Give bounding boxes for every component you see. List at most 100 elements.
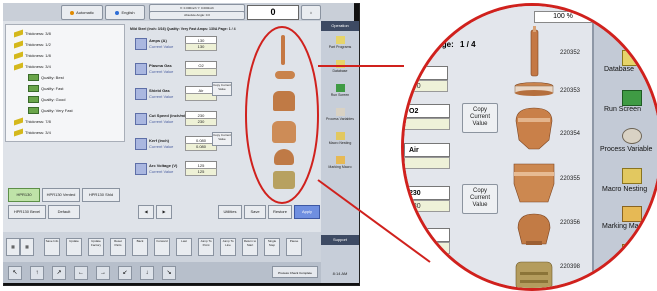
current-value-label: Current Value xyxy=(149,94,174,99)
softkey-button[interactable]: Last xyxy=(176,238,192,256)
operation-item[interactable]: Process Variables xyxy=(323,107,357,127)
thickness-icon xyxy=(14,117,23,126)
process-variables-icon[interactable] xyxy=(622,128,642,144)
softkey-button[interactable]: Reset Parts xyxy=(110,238,126,256)
home-icon[interactable]: ⌂ xyxy=(301,5,321,20)
tree-item[interactable]: Quality: Very Fast xyxy=(28,106,73,116)
flag-icon xyxy=(115,10,120,15)
apply-button[interactable]: Apply xyxy=(294,205,320,219)
part-number: 220398 xyxy=(560,264,581,270)
arrow-left-icon[interactable]: ← xyxy=(74,266,88,280)
macro-nesting-item[interactable]: Macro Nesting xyxy=(602,186,647,193)
operation-header: Operation xyxy=(321,21,359,31)
operation-item-label: Process Variables xyxy=(326,117,354,121)
process-button-hpr130-vented[interactable]: HPR130 Vented xyxy=(42,188,80,202)
support-header: Support xyxy=(321,235,359,245)
database-icon[interactable] xyxy=(622,50,642,66)
operation-item-label: Part Programs xyxy=(328,45,352,49)
parameter-icon xyxy=(135,38,147,50)
arrow-up-left-icon[interactable]: ↖ xyxy=(8,266,22,280)
softkey-button[interactable]: Jump To Point xyxy=(198,238,214,256)
restore-button[interactable]: Restore xyxy=(268,205,292,219)
tree-item-label: Thickness: 1/2 xyxy=(25,42,51,47)
arrow-up-icon[interactable]: ↑ xyxy=(30,266,44,280)
programs-item[interactable]: Pro xyxy=(614,262,625,269)
arrow-up-right-icon[interactable]: ↗ xyxy=(52,266,66,280)
tree-item-label: Thickness: 7/8 xyxy=(25,119,51,124)
operation-item[interactable]: Marking Macro xyxy=(323,155,357,175)
softkey-button[interactable]: Forward xyxy=(154,238,170,256)
macro-nesting-icon[interactable] xyxy=(622,168,642,184)
utilities-button[interactable]: Utilities xyxy=(218,205,242,219)
save-button[interactable]: Save xyxy=(244,205,266,219)
run-screen-icon[interactable] xyxy=(622,90,642,106)
shield-gas-field[interactable]: Air xyxy=(404,143,450,157)
process-button-hpr130-bevel[interactable]: HPR130 Bevel xyxy=(8,205,46,219)
softkey-button[interactable]: Pause xyxy=(286,238,302,256)
softkey-button[interactable]: Back xyxy=(132,238,148,256)
operation-panel: Operation Part Programs Database Run Scree… xyxy=(321,21,359,283)
copy-current-value-button[interactable]: Copy Current Value xyxy=(462,184,498,214)
softkey-button[interactable]: Single Step xyxy=(264,238,280,256)
softkey-button[interactable]: Update Factory xyxy=(88,238,104,256)
kerf-field[interactable]: 0.095 xyxy=(404,228,450,242)
grid-icon[interactable]: ▦ xyxy=(6,238,20,256)
parameter-label: Amps (A) xyxy=(149,38,167,43)
operation-item-label: Run Screen xyxy=(330,93,350,97)
tree-item[interactable]: Quality: Fast xyxy=(28,84,63,94)
highlight-circle-small xyxy=(245,26,319,204)
automatic-mode-button[interactable]: Automatic xyxy=(61,5,103,20)
marking-macro-item[interactable]: Marking Ma xyxy=(602,223,639,230)
tree-item-label: Quality: Good xyxy=(41,97,66,102)
tree-item[interactable]: Thickness: 7/8 xyxy=(14,117,51,127)
page-label: Page: xyxy=(432,40,454,49)
operation-item[interactable]: Part Programs xyxy=(323,35,357,55)
softkey-button[interactable]: Return to Start xyxy=(242,238,258,256)
zoom-header-fragment: A xyxy=(418,40,424,49)
tree-item[interactable]: Thickness: 1/8 xyxy=(14,51,51,61)
current-value-label: Current Value xyxy=(149,69,174,74)
default-button[interactable]: Default xyxy=(48,205,80,219)
cut-speed-field[interactable]: 230 xyxy=(404,186,450,200)
tree-item[interactable]: Quality: Best xyxy=(28,73,64,83)
arrow-down-right-icon[interactable]: ↘ xyxy=(162,266,176,280)
arrow-right-icon[interactable]: → xyxy=(96,266,110,280)
current-value-label: Current Value xyxy=(149,169,174,174)
tree-item[interactable]: Thickness: 3/4 xyxy=(14,128,51,138)
tree-item[interactable]: Thickness: 3/8 xyxy=(14,29,51,39)
marking-macro-icon[interactable] xyxy=(622,206,642,222)
page-next-button[interactable]: ▶ xyxy=(156,205,172,219)
plasma-gas-field[interactable]: O2 xyxy=(404,104,450,118)
amps-field[interactable]: 30 xyxy=(404,66,448,80)
arrow-down-icon[interactable]: ↓ xyxy=(140,266,154,280)
operation-item[interactable]: Database xyxy=(323,59,357,79)
mode-readout: Absolute Angle: 0.0 xyxy=(149,11,245,20)
tree-item[interactable]: Quality: Good xyxy=(28,95,65,105)
operation-item[interactable]: Run Screen xyxy=(323,83,357,103)
softkey-button[interactable]: Save Info xyxy=(44,238,60,256)
tree-item[interactable]: Thickness: 1/2 xyxy=(14,40,51,50)
database-item[interactable]: Database xyxy=(604,66,634,73)
tree-item[interactable]: Thickness: 3/4 xyxy=(14,62,51,72)
thickness-icon xyxy=(14,128,23,137)
copy-current-value-button[interactable]: Copy Current Value xyxy=(462,103,498,133)
grid-icon[interactable]: ▦ xyxy=(20,238,34,256)
softkey-button[interactable]: Jump To Line xyxy=(220,238,236,256)
process-button-hpr130[interactable]: HPR130 xyxy=(8,188,40,202)
tree-item-label: Quality: Fast xyxy=(41,86,64,91)
thickness-icon xyxy=(14,29,23,38)
run-screen-item[interactable]: Run Screen xyxy=(604,106,641,113)
quality-icon xyxy=(28,107,39,115)
operation-item[interactable]: Macro Nesting xyxy=(323,131,357,151)
process-button-hpr130-shld[interactable]: HPR130 Shld xyxy=(82,188,120,202)
kerf-current: 0.095 xyxy=(404,242,450,254)
page-prev-button[interactable]: ◀ xyxy=(138,205,154,219)
parameter-icon xyxy=(135,63,147,75)
process-variables-item[interactable]: Process Variable xyxy=(600,146,652,153)
softkey-button[interactable]: Update xyxy=(66,238,82,256)
programs-icon[interactable] xyxy=(622,244,642,260)
status-footer: Process Check Complete xyxy=(272,266,318,278)
operation-item-label: Marking Macro xyxy=(328,165,352,169)
arrow-down-left-icon[interactable]: ↙ xyxy=(118,266,132,280)
language-button[interactable]: English xyxy=(105,5,145,20)
